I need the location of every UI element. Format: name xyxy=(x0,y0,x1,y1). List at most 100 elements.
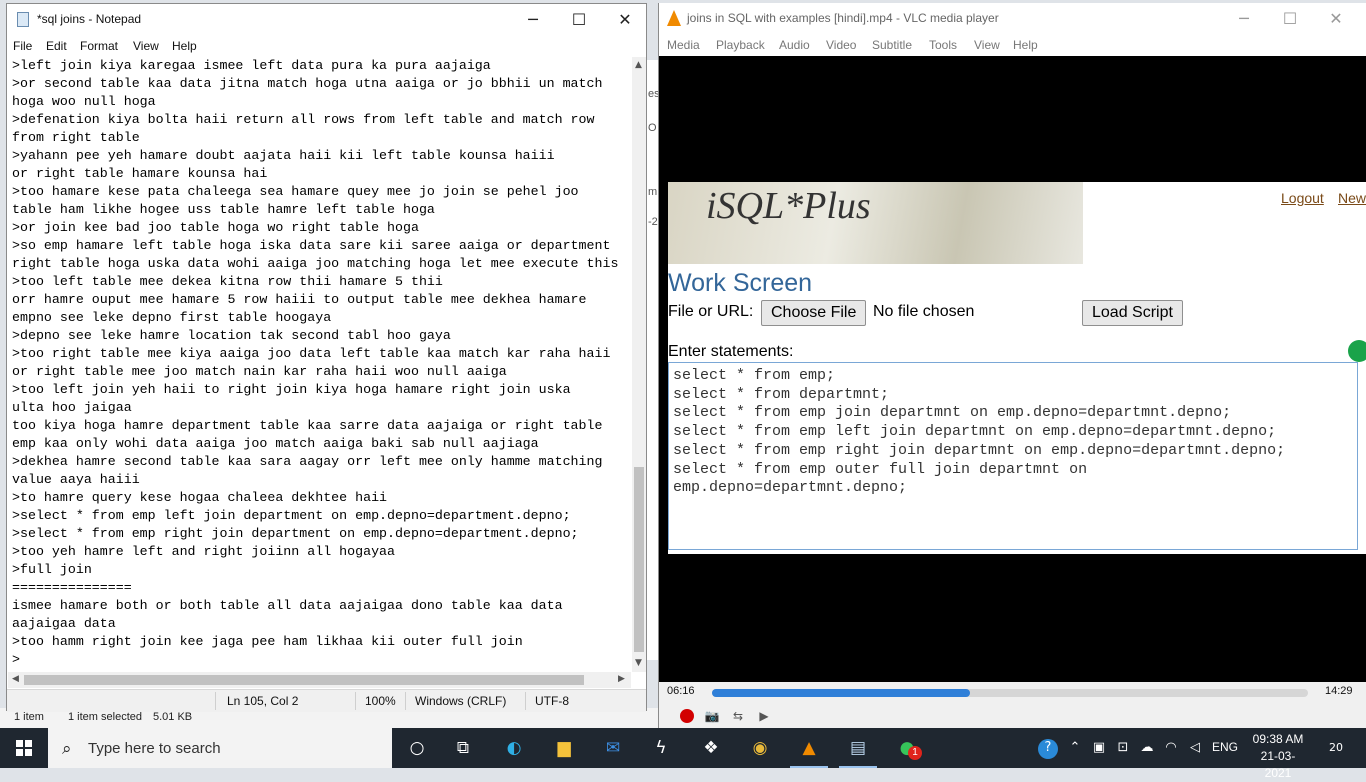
choose-file-button[interactable]: Choose File xyxy=(761,300,867,326)
no-file-chosen: No file chosen xyxy=(873,303,975,320)
vlc-maximize-button[interactable]: ☐ xyxy=(1267,3,1313,34)
minimize-button[interactable]: ─ xyxy=(510,4,556,35)
vertical-scroll-thumb[interactable] xyxy=(634,467,644,652)
load-script-button[interactable]: Load Script xyxy=(1082,300,1183,326)
meet-icon[interactable]: ⊡ xyxy=(1114,739,1132,757)
taskbar: ⌕ Type here to search ○ ⧉ ◐ ▆ ✉ ϟ ❖ ◉ ▲ … xyxy=(0,728,1366,780)
wifi-icon[interactable]: ◠ xyxy=(1162,739,1180,757)
text-line: ismee hamare both or both table all data… xyxy=(12,598,563,613)
taskbar-search-box[interactable]: ⌕ Type here to search xyxy=(48,728,392,768)
text-line: >too left table mee dekea kitna row thii… xyxy=(12,274,443,289)
menu-edit[interactable]: Edit xyxy=(46,39,67,53)
vlc-titlebar[interactable]: joins in SQL with examples [hindi].mp4 -… xyxy=(659,3,1366,34)
text-line: >too right table mee kiya aaiga joo data… xyxy=(12,346,611,361)
statements-textarea[interactable]: select * from emp; select * from departmn… xyxy=(668,362,1358,550)
text-line: >select * from emp right join department… xyxy=(12,526,579,541)
notification-center-button[interactable]: 20 xyxy=(1323,737,1349,759)
record-icon xyxy=(680,709,694,723)
vlc-menu-audio[interactable]: Audio xyxy=(779,38,810,52)
menu-format[interactable]: Format xyxy=(80,39,118,53)
menu-view[interactable]: View xyxy=(133,39,159,53)
horizontal-scrollbar[interactable]: ◀ ▶ xyxy=(8,672,631,688)
text-line: hoga woo null hoga xyxy=(12,94,156,109)
vlc-minimize-button[interactable]: ─ xyxy=(1221,3,1267,34)
mail-icon: ✉ xyxy=(605,738,621,758)
isqlplus-logo: iSQL*Plus xyxy=(706,185,871,227)
loop-ab-button[interactable]: ⇆ xyxy=(728,706,748,726)
search-icon: ⌕ xyxy=(62,739,72,759)
whatsapp-badge: 1 xyxy=(908,746,922,760)
lightning-icon: ϟ xyxy=(655,738,667,758)
explorer-selected: 1 item selected xyxy=(68,711,142,723)
vlc-close-button[interactable]: ✕ xyxy=(1313,3,1359,34)
maximize-button[interactable]: ☐ xyxy=(556,4,602,35)
start-button[interactable] xyxy=(0,728,48,768)
folder-icon: ▆ xyxy=(557,738,571,758)
snapshot-button[interactable]: 📷 xyxy=(702,706,722,726)
cortana-icon: ○ xyxy=(409,738,425,758)
onedrive-icon[interactable]: ☁ xyxy=(1138,739,1156,757)
vlc-menu-subtitle[interactable]: Subtitle xyxy=(872,38,912,52)
vlc-menu-help[interactable]: Help xyxy=(1013,38,1038,52)
vlc-menu-video[interactable]: Video xyxy=(826,38,856,52)
vlc-menu-view[interactable]: View xyxy=(974,38,1000,52)
isqlplus-page: iSQL*Plus Logout New Work Screen File or… xyxy=(668,182,1366,554)
task-view-button[interactable]: ⧉ xyxy=(440,728,486,768)
scroll-left-icon[interactable]: ◀ xyxy=(12,674,19,684)
text-line: >too left join yeh haii to right join ki… xyxy=(12,382,571,397)
volume-icon[interactable]: ◁ xyxy=(1186,739,1204,757)
taskbar-whatsapp[interactable]: ● 1 xyxy=(884,728,930,768)
new-link[interactable]: New xyxy=(1338,190,1366,206)
logout-link[interactable]: Logout xyxy=(1281,190,1324,206)
sql-statement-line: select * from emp left join departmnt on… xyxy=(673,423,1277,441)
taskbar-mail[interactable]: ✉ xyxy=(590,728,636,768)
taskbar-notepad[interactable]: ▤ xyxy=(835,728,881,768)
camera-icon: 📷 xyxy=(704,709,720,723)
notepad-text-area[interactable]: >left join kiya karegaa ismee left data … xyxy=(8,57,631,672)
frame-step-button[interactable]: ▶ xyxy=(754,706,774,726)
taskbar-vlc[interactable]: ▲ xyxy=(786,728,832,768)
vlc-menu-playback[interactable]: Playback xyxy=(716,38,765,52)
taskbar-dropbox[interactable]: ❖ xyxy=(688,728,734,768)
horizontal-scroll-thumb[interactable] xyxy=(24,675,584,685)
dropbox-icon: ❖ xyxy=(703,738,719,758)
enter-statements-label: Enter statements: xyxy=(668,343,794,360)
help-icon[interactable]: ? xyxy=(1038,739,1058,759)
menu-help[interactable]: Help xyxy=(172,39,197,53)
video-area[interactable]: iSQL*Plus Logout New Work Screen File or… xyxy=(659,56,1366,682)
taskbar-chrome[interactable]: ◉ xyxy=(737,728,783,768)
loop-ab-icon: ⇆ xyxy=(732,709,744,723)
language-indicator[interactable]: ENG xyxy=(1212,740,1238,780)
device-icon[interactable]: ▣ xyxy=(1090,739,1108,757)
windows-logo-icon xyxy=(16,740,32,756)
vertical-scrollbar[interactable]: ▲ ▼ xyxy=(632,57,646,672)
taskbar-edge[interactable]: ◐ xyxy=(491,728,537,768)
scroll-right-icon[interactable]: ▶ xyxy=(618,674,625,684)
record-button[interactable] xyxy=(677,706,697,726)
vlc-menu-media[interactable]: Media xyxy=(667,38,700,52)
taskbar-winamp[interactable]: ϟ xyxy=(638,728,684,768)
cortana-button[interactable]: ○ xyxy=(394,728,440,768)
vlc-menu-tools[interactable]: Tools xyxy=(929,38,957,52)
text-line: >defenation kiya bolta haii return all r… xyxy=(12,112,595,127)
vlc-controls: 📷 ⇆ ▶ xyxy=(659,704,1366,730)
notepad-titlebar[interactable]: *sql joins - Notepad ─ ☐ ✕ xyxy=(7,4,646,35)
scroll-down-icon[interactable]: ▼ xyxy=(635,658,642,668)
vlc-title: joins in SQL with examples [hindi].mp4 -… xyxy=(687,11,999,25)
sql-statement-line: select * from emp; xyxy=(673,367,836,384)
text-line: from right table xyxy=(12,130,140,145)
seek-slider[interactable] xyxy=(712,689,1308,697)
menu-file[interactable]: File xyxy=(13,39,32,53)
sql-statement-line: select * from emp right join departmnt o… xyxy=(673,441,1286,459)
text-line: too kiya hoga hamre department table kaa… xyxy=(12,418,603,433)
chevron-up-icon[interactable]: ⌃ xyxy=(1066,739,1084,757)
vlc-icon: ▲ xyxy=(802,738,816,758)
taskbar-file-explorer[interactable]: ▆ xyxy=(541,728,587,768)
bg-fragment: -2 xyxy=(648,216,658,228)
scroll-up-icon[interactable]: ▲ xyxy=(635,60,642,70)
chrome-icon: ◉ xyxy=(752,738,768,758)
close-button[interactable]: ✕ xyxy=(602,4,648,35)
encoding: UTF-8 xyxy=(535,694,569,708)
text-line: >full join xyxy=(12,562,92,577)
clock[interactable]: 09:38 AM 21-03-2021 xyxy=(1250,731,1306,782)
